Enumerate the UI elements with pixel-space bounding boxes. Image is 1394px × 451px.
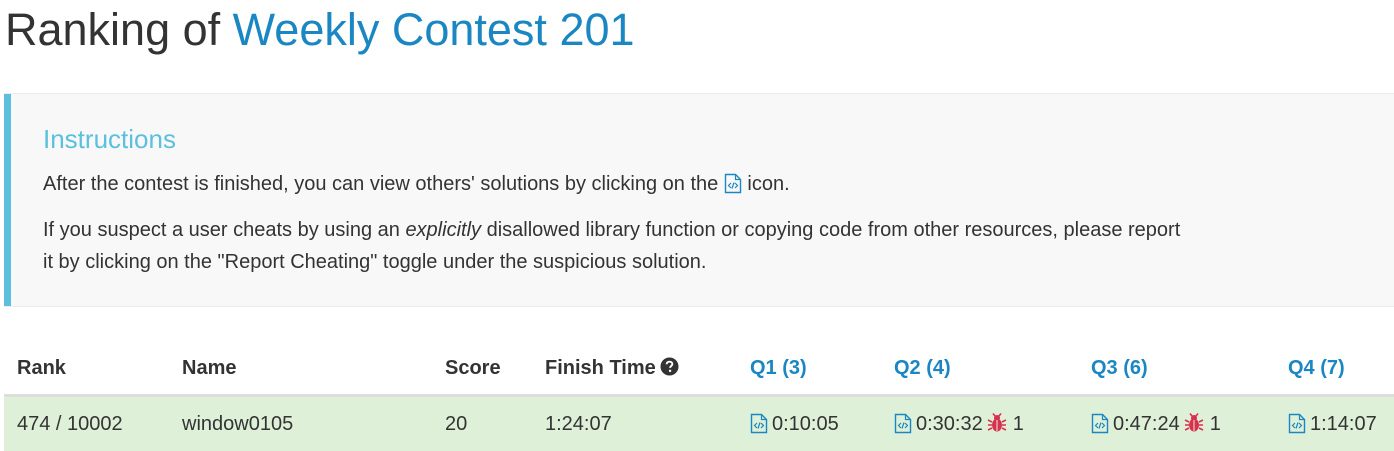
emphasis-explicitly: explicitly bbox=[405, 219, 481, 241]
header-q3[interactable]: Q3 (6) bbox=[1078, 343, 1275, 396]
header-q1[interactable]: Q1 (3) bbox=[737, 343, 881, 396]
header-q2[interactable]: Q2 (4) bbox=[881, 343, 1078, 396]
callout-accent-bar bbox=[4, 94, 11, 306]
q3-time: 0:47:24 bbox=[1113, 413, 1180, 435]
ranking-table: Rank Name Score Finish Time Q1 (3) Q2 (4… bbox=[4, 343, 1394, 451]
title-prefix: Ranking of bbox=[5, 4, 233, 55]
q2-time: 0:30:32 bbox=[916, 413, 983, 435]
q3-bug-count: 1 bbox=[1210, 413, 1221, 435]
header-rank: Rank bbox=[4, 343, 169, 396]
header-q4[interactable]: Q4 (7) bbox=[1275, 343, 1394, 396]
q2-bug-count: 1 bbox=[1013, 413, 1024, 435]
rank-cell: 474 / 10002 bbox=[4, 396, 169, 451]
finish-time-cell: 1:24:07 bbox=[532, 396, 737, 451]
user-name[interactable]: window0105 bbox=[169, 396, 432, 451]
table-row: 474 / 10002 window0105 20 1:24:07 0:10:0… bbox=[4, 396, 1394, 451]
question-circle-icon[interactable] bbox=[660, 357, 679, 376]
header-score: Score bbox=[432, 343, 532, 396]
q1-time: 0:10:05 bbox=[772, 413, 839, 435]
table-header-row: Rank Name Score Finish Time Q1 (3) Q2 (4… bbox=[4, 343, 1394, 396]
page-title: Ranking of Weekly Contest 201 bbox=[5, 2, 635, 58]
header-finish-time: Finish Time bbox=[532, 343, 737, 396]
q4-time: 1:14:07 bbox=[1310, 413, 1377, 435]
code-file-icon[interactable] bbox=[894, 413, 912, 434]
q4-cell: 1:14:07 bbox=[1275, 396, 1394, 451]
bug-icon bbox=[987, 413, 1007, 433]
contest-link[interactable]: Weekly Contest 201 bbox=[233, 4, 635, 55]
q2-cell: 0:30:32 1 bbox=[881, 396, 1078, 451]
instructions-callout: Instructions After the contest is finish… bbox=[4, 93, 1394, 307]
instructions-heading: Instructions bbox=[43, 124, 176, 155]
q1-cell: 0:10:05 bbox=[737, 396, 881, 451]
code-file-icon bbox=[724, 173, 742, 194]
instructions-paragraph-report-cheating: If you suspect a user cheats by using an… bbox=[43, 214, 1183, 278]
code-file-icon[interactable] bbox=[750, 413, 768, 434]
q3-cell: 0:47:24 1 bbox=[1078, 396, 1275, 451]
bug-icon bbox=[1184, 413, 1204, 433]
code-file-icon[interactable] bbox=[1091, 413, 1109, 434]
score-cell: 20 bbox=[432, 396, 532, 451]
header-name: Name bbox=[169, 343, 432, 396]
instructions-paragraph-view-solutions: After the contest is finished, you can v… bbox=[43, 168, 790, 200]
code-file-icon[interactable] bbox=[1288, 413, 1306, 434]
